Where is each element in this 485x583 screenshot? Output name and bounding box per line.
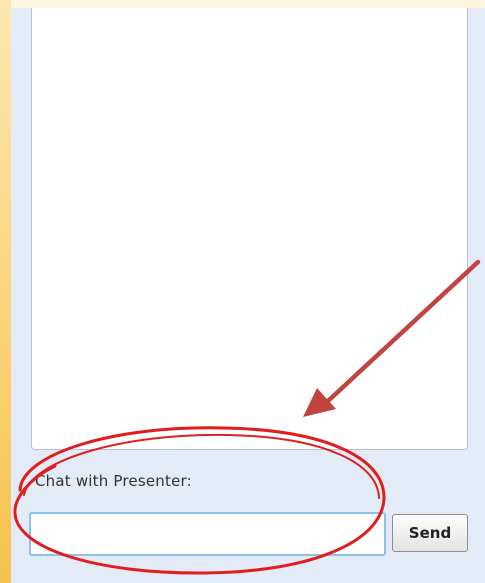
chat-message-log[interactable] (31, 8, 468, 450)
chat-input[interactable] (29, 512, 386, 556)
chat-label: Chat with Presenter: (35, 472, 192, 490)
left-accent-strip (0, 0, 11, 583)
window-top-edge (0, 0, 485, 8)
send-button[interactable]: Send (392, 514, 468, 552)
